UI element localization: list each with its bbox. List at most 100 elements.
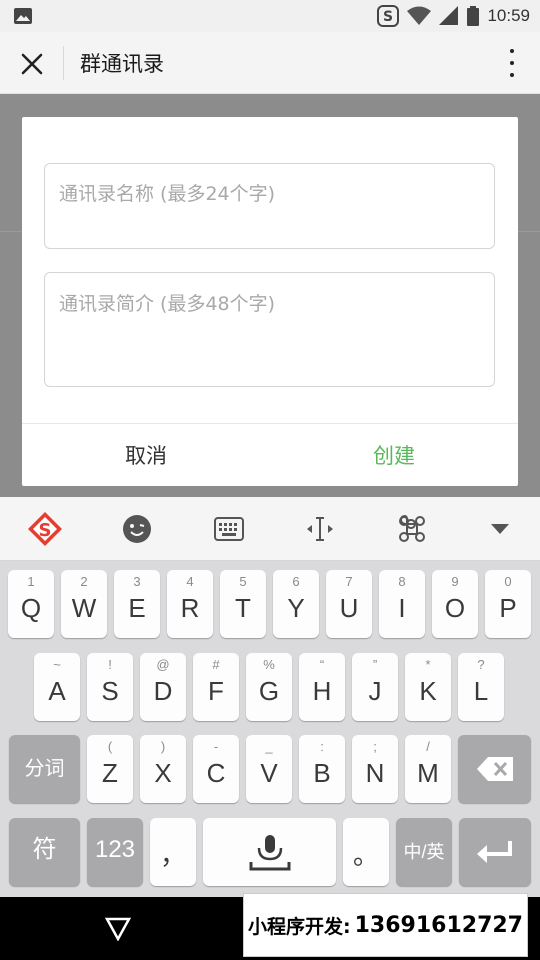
symbol-key[interactable]: 符 [9, 818, 80, 886]
key-r[interactable]: 4R [167, 570, 213, 638]
key-hint: 8 [398, 574, 406, 589]
key-z[interactable]: (Z [87, 735, 133, 803]
key-p[interactable]: 0P [485, 570, 531, 638]
key-hint: “ [319, 657, 325, 672]
backspace-key[interactable] [458, 735, 531, 803]
key-i[interactable]: 8I [379, 570, 425, 638]
voice-space-key[interactable] [203, 818, 336, 886]
key-q[interactable]: 1Q [8, 570, 54, 638]
key-k[interactable]: * K [405, 653, 451, 721]
more-menu-button[interactable] [500, 46, 524, 80]
key-label: J [368, 676, 382, 706]
cursor-icon [307, 517, 333, 541]
close-button[interactable] [16, 48, 48, 80]
enter-key[interactable] [459, 818, 531, 886]
directory-name-field[interactable] [44, 163, 495, 249]
segment-key[interactable]: 分词 [9, 735, 80, 803]
cursor-button[interactable] [302, 511, 338, 547]
key-hint: ? [477, 657, 485, 672]
sogou-logo-button[interactable]: S [27, 511, 63, 547]
key-b[interactable]: :B [299, 735, 345, 803]
clock: 10:59 [487, 6, 530, 25]
key-label: V [260, 758, 278, 788]
key-hint: 5 [239, 574, 247, 589]
key-hint: ” [372, 657, 378, 672]
svg-text:S: S [383, 9, 393, 25]
create-button[interactable]: 创建 [270, 424, 518, 486]
key-e[interactable]: 3E [114, 570, 160, 638]
keyboard-icon [214, 517, 244, 541]
keyboard-toolbar: S [0, 497, 540, 561]
key-g[interactable]: % G [246, 653, 292, 721]
key-hint: @ [156, 657, 170, 672]
key-hint: 0 [504, 574, 512, 589]
key-h[interactable]: “H [299, 653, 345, 721]
key-label: H [312, 676, 332, 706]
directory-name-input[interactable] [45, 164, 494, 224]
back-button[interactable] [100, 911, 136, 947]
number-key[interactable]: 123 [87, 818, 143, 886]
key-v[interactable]: _ V [246, 735, 292, 803]
key-hint: _ [265, 739, 273, 754]
directory-intro-input[interactable] [45, 273, 494, 386]
key-label: F [208, 676, 224, 706]
key-label: X [154, 758, 172, 788]
key-j[interactable]: ” J [352, 653, 398, 721]
key-label: D [153, 676, 173, 706]
key-label: U [339, 593, 359, 623]
key-hint: 3 [133, 574, 141, 589]
key-hint: ; [373, 739, 377, 754]
cancel-button[interactable]: 取消 [22, 424, 270, 486]
key-label: R [180, 593, 200, 623]
signal-icon [439, 6, 459, 25]
key-u[interactable]: 7U [326, 570, 372, 638]
key-hint: 6 [292, 574, 300, 589]
key-hint: ( [107, 739, 113, 754]
key-m[interactable]: / M [405, 735, 451, 803]
microphone-icon [249, 835, 291, 871]
header-divider [63, 46, 64, 80]
key-s[interactable]: ! S [87, 653, 133, 721]
key-o[interactable]: 9O [432, 570, 478, 638]
key-label: A [48, 676, 66, 706]
command-button[interactable] [394, 511, 430, 547]
key-label: S [101, 676, 119, 706]
directory-intro-field[interactable] [44, 272, 495, 387]
key-l[interactable]: ? L [458, 653, 504, 721]
soft-keyboard: S 1 Q 2 W 3 E 4 R 5 T 6 Y 7 U 8 I 9 O 0 … [0, 497, 540, 897]
key-x[interactable]: ) X [140, 735, 186, 803]
keyboard-switch-button[interactable] [211, 511, 247, 547]
key-hint: - [213, 739, 219, 754]
key-y[interactable]: 6Y [273, 570, 319, 638]
key-hint: : [320, 739, 324, 754]
key-label: T [235, 593, 251, 623]
key-label: P [499, 593, 517, 623]
key-hint: % [263, 657, 275, 672]
key-hint: # [212, 657, 220, 672]
collapse-keyboard-button[interactable] [482, 511, 518, 547]
key-hint: ) [160, 739, 166, 754]
key-label: M [417, 758, 439, 788]
key-hint: 9 [451, 574, 459, 589]
key-hint: ~ [53, 657, 61, 672]
promo-watermark: 小程序开发: 13691612727 [243, 893, 528, 957]
key-t[interactable]: 5T [220, 570, 266, 638]
key-n[interactable]: ; N [352, 735, 398, 803]
key-label: K [419, 676, 437, 706]
key-d[interactable]: @ D [140, 653, 186, 721]
key-a[interactable]: ~ A [34, 653, 80, 721]
key-label: W [71, 593, 97, 623]
key-w[interactable]: 2W [61, 570, 107, 638]
period-key[interactable]: 。 [343, 818, 389, 886]
svg-text:S: S [39, 520, 52, 541]
key-c[interactable]: -C [193, 735, 239, 803]
key-hint: ! [108, 657, 112, 672]
emoji-button[interactable] [119, 511, 155, 547]
page-title: 群通讯录 [80, 52, 164, 76]
promo-phone: 13691612727 [354, 912, 523, 938]
comma-key[interactable]: ， [150, 818, 196, 886]
key-f[interactable]: # F [193, 653, 239, 721]
key-hint: 4 [186, 574, 194, 589]
language-switch-key[interactable]: 中/英 [396, 818, 452, 886]
key-hint: 7 [345, 574, 353, 589]
